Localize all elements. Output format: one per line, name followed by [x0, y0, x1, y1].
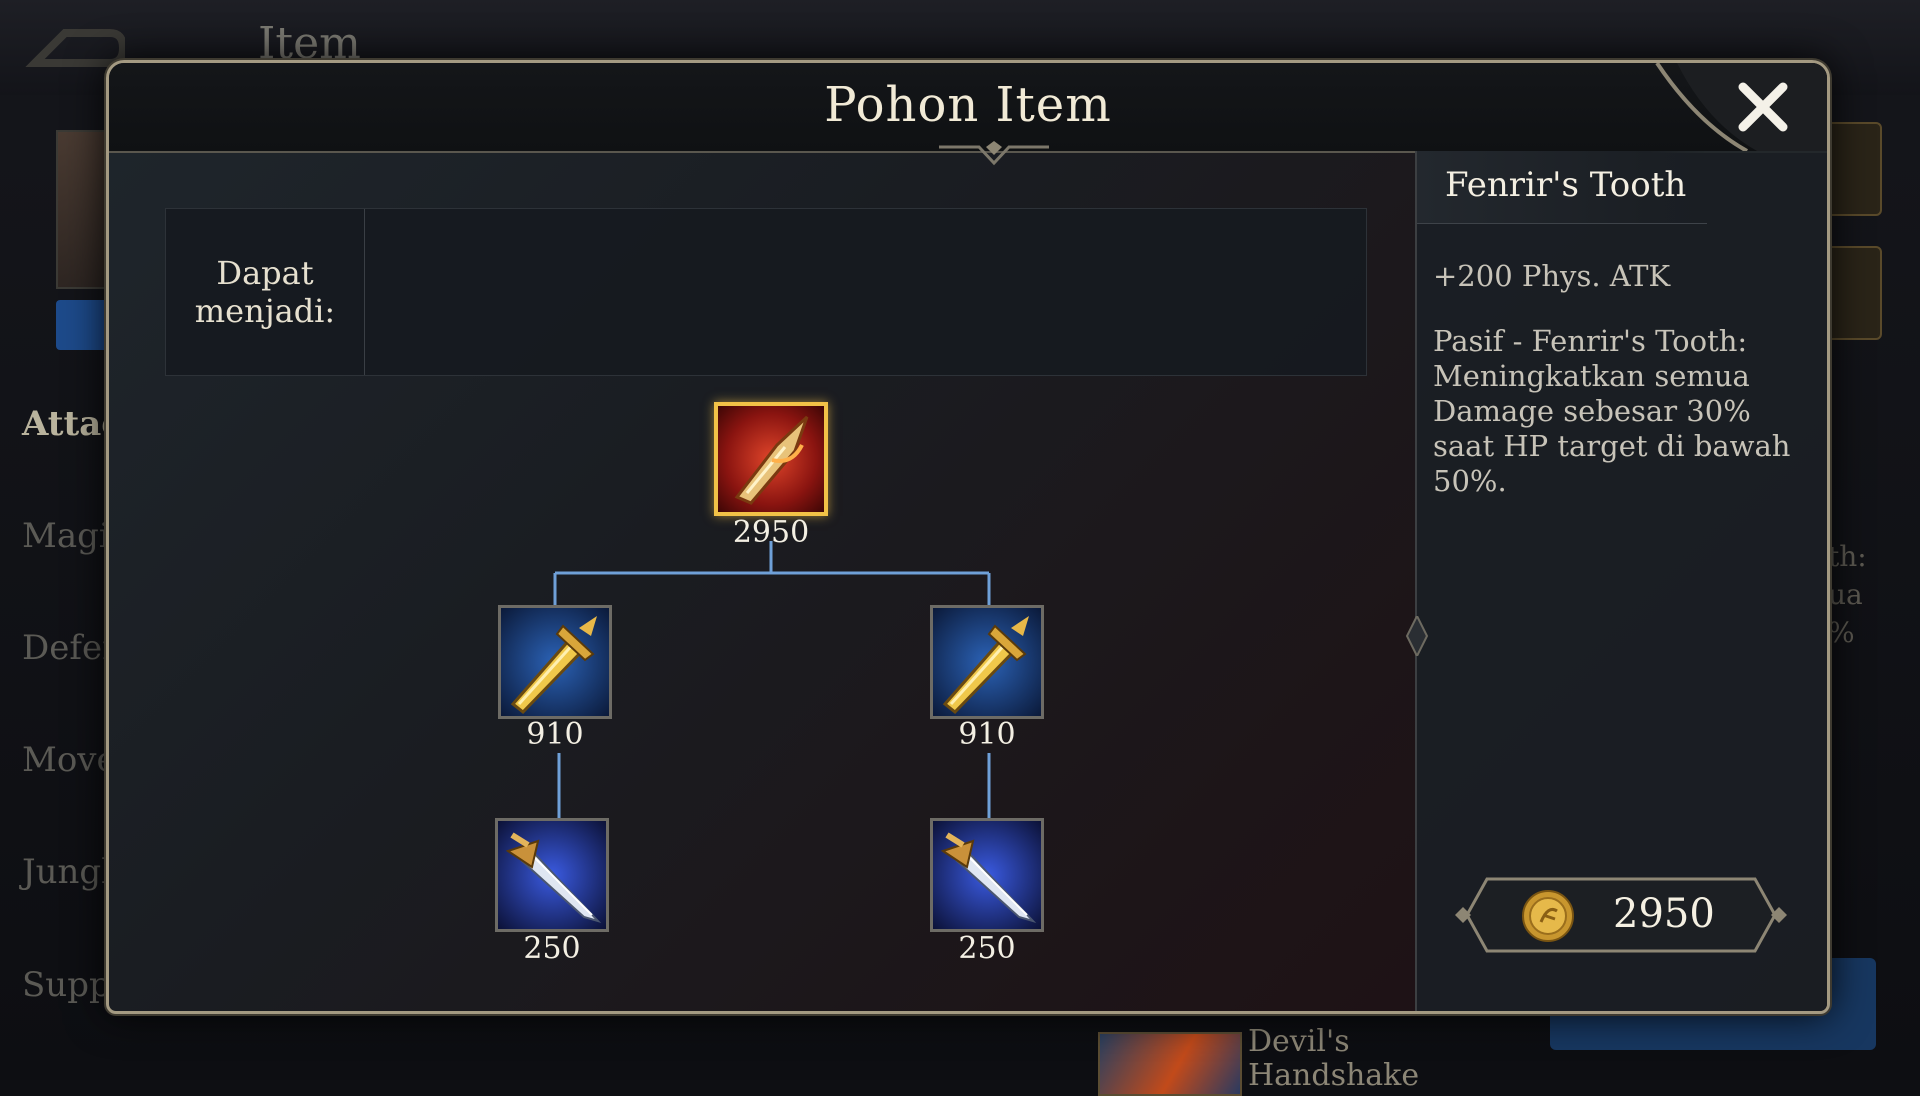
item-cost: 250	[958, 931, 1016, 966]
gold-coin-icon	[1522, 890, 1574, 942]
item-node-dagger-right[interactable]	[930, 818, 1044, 932]
item-price: 2950	[1613, 891, 1715, 937]
item-node-fenrirs-tooth[interactable]	[714, 402, 828, 516]
item-cost: 250	[523, 931, 581, 966]
devils-handshake-thumbnail[interactable]	[1098, 1032, 1242, 1096]
item-cost: 910	[526, 717, 584, 752]
category-movement[interactable]: Move	[22, 740, 117, 780]
price-display: 2950	[1453, 875, 1789, 955]
close-icon[interactable]	[1735, 79, 1791, 135]
category-support[interactable]: Supp	[22, 965, 111, 1005]
item-cost: 910	[958, 717, 1016, 752]
item-passive-description: Pasif - Fenrir's Tooth: Meningkatkan sem…	[1433, 324, 1791, 498]
item-name: Fenrir's Tooth	[1445, 165, 1687, 205]
recipe-tree: 2950 910 910 250 250	[109, 63, 1409, 1011]
item-tree-modal: Pohon Item Dapat menjadi: 2950 910 910 2…	[106, 60, 1830, 1014]
category-jungle[interactable]: Jungl	[22, 852, 112, 892]
panel-notch-ornament	[1405, 616, 1429, 656]
item-detail-panel: Fenrir's Tooth +200 Phys. ATK Pasif - Fe…	[1405, 151, 1827, 1011]
header-corner-ornament	[1637, 63, 1827, 151]
background-text-fragment: %	[1828, 616, 1855, 649]
item-node-sword-left[interactable]	[498, 605, 612, 719]
item-cost: 2950	[732, 515, 810, 550]
item-node-dagger-left[interactable]	[495, 818, 609, 932]
background-text-fragment: th:	[1828, 540, 1867, 573]
item-name-bar: Fenrir's Tooth	[1417, 151, 1707, 224]
item-stat: +200 Phys. ATK	[1433, 259, 1671, 293]
item-node-sword-right[interactable]	[930, 605, 1044, 719]
devils-handshake-label: Devil's Handshake	[1248, 1024, 1420, 1093]
background-text-fragment: ua	[1828, 578, 1863, 611]
